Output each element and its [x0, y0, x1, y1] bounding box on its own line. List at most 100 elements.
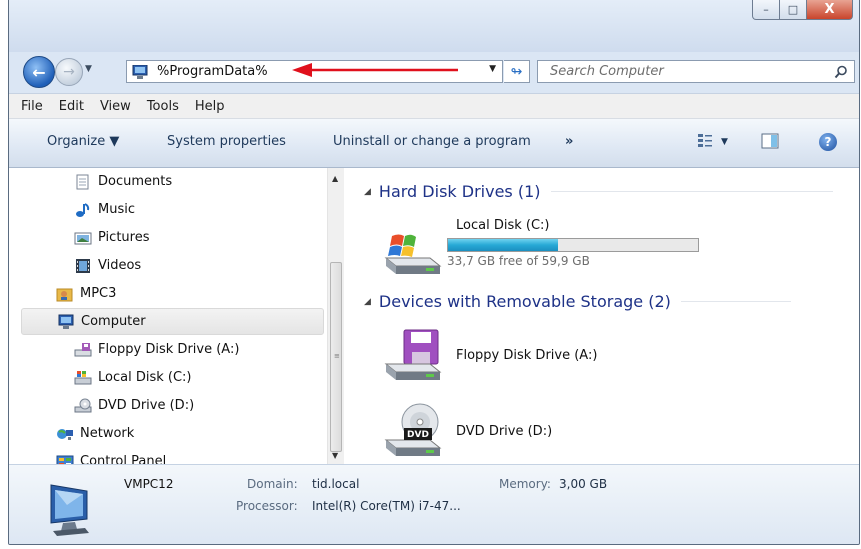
caption-buttons: – □ X	[752, 0, 853, 20]
menu-edit[interactable]: Edit	[51, 99, 92, 114]
videos-icon	[76, 258, 90, 273]
local-disk-icon	[74, 370, 92, 384]
close-button[interactable]: X	[807, 0, 853, 20]
sidebar-item-local-disk[interactable]: Local Disk (C:)	[74, 364, 191, 391]
drive-name: Floppy Disk Drive (A:)	[456, 348, 598, 363]
disk-usage-bar	[447, 238, 699, 252]
computer-icon	[132, 64, 148, 79]
disk-free-space: 33,7 GB free of 59,9 GB	[447, 254, 590, 268]
sidebar-item-videos[interactable]: Videos	[74, 252, 141, 279]
control-panel-icon	[56, 455, 74, 464]
computer-icon	[58, 314, 74, 329]
documents-icon	[76, 174, 89, 189]
sidebar-item-label: Pictures	[98, 230, 150, 245]
drive-name: DVD Drive (D:)	[456, 424, 553, 439]
collapse-triangle-icon[interactable]: ◢	[364, 297, 371, 307]
navigation-scrollbar[interactable]: ▲ ≡ ▼	[327, 168, 344, 464]
organize-button[interactable]: Organize ▼	[47, 134, 119, 149]
sidebar-item-label: Network	[80, 426, 135, 441]
sidebar-item-label: Videos	[98, 258, 142, 273]
sidebar-item-label: Floppy Disk Drive (A:)	[98, 342, 240, 357]
sidebar-item-pictures[interactable]: Pictures	[74, 224, 149, 251]
address-dropdown[interactable]: ▼	[489, 64, 496, 74]
scroll-down-icon[interactable]: ▼	[332, 451, 338, 460]
forward-button[interactable]: →	[55, 58, 83, 86]
scrollbar-thumb[interactable]: ≡	[330, 262, 342, 452]
navigation-pane: Documents Music Pictures Videos MPC3 Com…	[9, 168, 327, 464]
disk-usage-fill	[448, 239, 558, 251]
drive-dvd[interactable]: DVD DVD Drive (D:)	[382, 400, 712, 462]
sidebar-item-network[interactable]: Network	[56, 420, 134, 447]
annotation-arrow	[292, 63, 458, 77]
explorer-window: – □ X ← → ▼ %ProgramData% ▼ ↬ File	[8, 0, 860, 545]
menu-view[interactable]: View	[92, 99, 139, 114]
sidebar-item-label: MPC3	[80, 286, 117, 301]
command-bar: Organize ▼ System properties Uninstall o…	[9, 119, 859, 168]
search-input[interactable]	[548, 63, 822, 80]
more-commands-button[interactable]: »	[565, 134, 573, 149]
refresh-icon[interactable]: ↬	[504, 60, 530, 83]
menu-tools[interactable]: Tools	[139, 99, 187, 114]
floppy-drive-icon	[74, 342, 92, 356]
memory-label: Memory:	[499, 477, 551, 491]
help-icon[interactable]: ?	[819, 133, 837, 151]
domain-label: Domain:	[247, 477, 298, 491]
floppy-drive-icon	[384, 329, 442, 380]
dvd-drive-icon	[74, 398, 92, 412]
dvd-drive-icon: DVD	[384, 403, 442, 456]
processor-value: Intel(R) Core(TM) i7-47...	[312, 499, 461, 513]
system-properties-button[interactable]: System properties	[167, 134, 286, 149]
drive-name: Local Disk (C:)	[456, 218, 550, 233]
sidebar-item-computer[interactable]: Computer	[21, 308, 324, 335]
collapse-triangle-icon[interactable]: ◢	[364, 187, 371, 197]
menu-help[interactable]: Help	[187, 99, 233, 114]
group-title: Hard Disk Drives (1)	[378, 182, 541, 201]
view-options-dropdown[interactable]: ▼	[721, 137, 728, 147]
computer-icon	[50, 484, 89, 536]
computer-name: VMPC12	[124, 477, 174, 491]
scroll-up-icon[interactable]: ▲	[332, 174, 338, 183]
sidebar-item-label: Documents	[98, 174, 173, 189]
sidebar-item-mpc3[interactable]: MPC3	[56, 280, 116, 307]
title-bar: – □ X	[9, 0, 859, 52]
group-divider	[550, 191, 833, 192]
sidebar-item-dvd-drive[interactable]: DVD Drive (D:)	[74, 392, 194, 419]
search-icon[interactable]	[834, 65, 848, 79]
minimize-button[interactable]: –	[752, 0, 780, 20]
group-removable-storage[interactable]: ◢ Devices with Removable Storage (2)	[364, 292, 791, 311]
group-title: Devices with Removable Storage (2)	[378, 292, 671, 311]
drive-floppy[interactable]: Floppy Disk Drive (A:)	[382, 326, 712, 386]
pictures-icon	[74, 232, 92, 244]
group-hard-disk-drives[interactable]: ◢ Hard Disk Drives (1)	[364, 182, 833, 201]
search-box[interactable]	[537, 60, 855, 83]
sidebar-item-music[interactable]: Music	[74, 196, 135, 223]
menu-file[interactable]: File	[9, 99, 51, 114]
sidebar-item-floppy-drive[interactable]: Floppy Disk Drive (A:)	[74, 336, 239, 363]
grip-icon: ≡	[334, 352, 340, 360]
network-icon	[57, 428, 73, 440]
uninstall-program-button[interactable]: Uninstall or change a program	[333, 134, 531, 149]
recent-pages-dropdown[interactable]: ▼	[85, 64, 92, 74]
local-disk-icon	[384, 234, 442, 274]
memory-value: 3,00 GB	[559, 477, 608, 491]
address-text[interactable]: %ProgramData%	[157, 64, 268, 79]
back-button[interactable]: ←	[23, 56, 55, 88]
group-divider	[680, 301, 791, 302]
menu-bar: File Edit View Tools Help	[9, 93, 859, 119]
processor-label: Processor:	[236, 499, 298, 513]
sidebar-item-control-panel[interactable]: Control Panel	[56, 448, 166, 464]
user-folder-icon	[56, 288, 73, 301]
change-view-icon[interactable]	[697, 133, 713, 149]
sidebar-item-label: Music	[98, 202, 135, 217]
preview-pane-icon[interactable]	[761, 133, 779, 149]
sidebar-item-label: Local Disk (C:)	[98, 370, 192, 385]
music-icon	[76, 202, 90, 217]
sidebar-item-documents[interactable]: Documents	[74, 168, 172, 195]
sidebar-item-label: Control Panel	[80, 454, 167, 464]
details-pane: VMPC12 Domain: tid.local Memory: 3,00 GB…	[9, 464, 859, 544]
maximize-button[interactable]: □	[780, 0, 807, 20]
domain-value: tid.local	[312, 477, 360, 491]
sidebar-item-label: Computer	[81, 314, 146, 329]
sidebar-item-label: DVD Drive (D:)	[98, 398, 195, 413]
content-pane: ◢ Hard Disk Drives (1) Local Disk (C:) ◢…	[344, 168, 859, 464]
